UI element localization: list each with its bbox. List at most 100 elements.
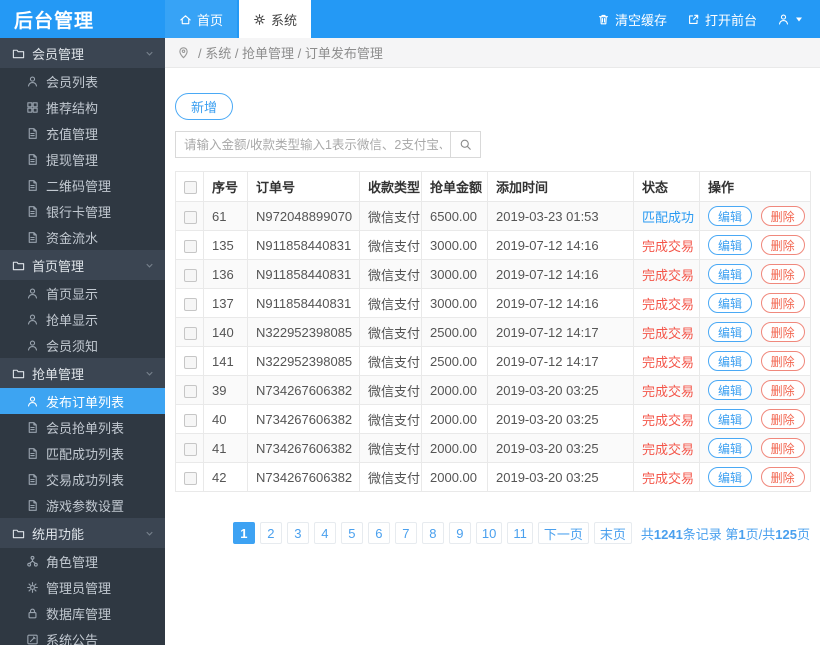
- page-button-1[interactable]: 1: [232, 522, 255, 544]
- edit-button[interactable]: 编辑: [708, 438, 753, 458]
- sidebar-item[interactable]: 匹配成功列表: [0, 440, 165, 466]
- select-all-checkbox[interactable]: [184, 181, 197, 195]
- page-button-10[interactable]: 10: [475, 522, 503, 544]
- row-checkbox[interactable]: [184, 210, 197, 224]
- delete-button[interactable]: 删除: [760, 351, 805, 371]
- sidebar-item-label: 首页显示: [46, 286, 99, 302]
- page-button-2[interactable]: 2: [259, 522, 282, 544]
- search-row: [175, 131, 810, 158]
- sidebar-item[interactable]: 角色管理: [0, 548, 165, 574]
- delete-button[interactable]: 删除: [760, 206, 805, 226]
- sidebar-item[interactable]: 发布订单列表: [0, 388, 165, 414]
- page-button-6[interactable]: 6: [367, 522, 390, 544]
- status-badge: 完成交易: [642, 267, 695, 283]
- sidebar-item[interactable]: 首页显示: [0, 280, 165, 306]
- cell-added-time: 2019-03-20 03:25: [487, 375, 634, 405]
- page-button-7[interactable]: 7: [394, 522, 417, 544]
- page-button-11[interactable]: 11: [507, 522, 533, 544]
- delete-button[interactable]: 删除: [760, 322, 805, 342]
- gear-icon: [26, 581, 39, 594]
- delete-button[interactable]: 删除: [760, 409, 805, 429]
- row-checkbox[interactable]: [184, 384, 197, 398]
- sidebar-item[interactable]: 系统公告: [0, 626, 165, 645]
- cell-seq: 40: [203, 404, 248, 434]
- table-row: 137 N911858440831 微信支付 3000.00 2019-07-1…: [175, 288, 811, 318]
- delete-button[interactable]: 删除: [760, 293, 805, 313]
- delete-button[interactable]: 删除: [760, 438, 805, 458]
- cell-amount: 3000.00: [421, 259, 488, 289]
- sidebar-item[interactable]: 管理员管理: [0, 574, 165, 600]
- delete-button[interactable]: 删除: [760, 380, 805, 400]
- edit-button[interactable]: 编辑: [708, 351, 753, 371]
- delete-button[interactable]: 删除: [760, 235, 805, 255]
- clear-cache-button[interactable]: 清空缓存: [597, 10, 667, 29]
- page-button-8[interactable]: 8: [421, 522, 444, 544]
- top-header: 后台管理 首页 系统 清空缓存 打开前台: [0, 0, 820, 38]
- row-checkbox[interactable]: [184, 442, 197, 456]
- page-button-3[interactable]: 3: [286, 522, 309, 544]
- delete-button[interactable]: 删除: [760, 467, 805, 487]
- edit-button[interactable]: 编辑: [708, 206, 753, 226]
- open-frontend-button[interactable]: 打开前台: [687, 10, 757, 29]
- sidebar-item[interactable]: 会员列表: [0, 68, 165, 94]
- edit-button[interactable]: 编辑: [708, 467, 753, 487]
- sidebar-item[interactable]: 推荐结构: [0, 94, 165, 120]
- file-icon: [26, 231, 39, 244]
- row-checkbox[interactable]: [184, 413, 197, 427]
- status-badge: 完成交易: [642, 238, 695, 254]
- edit-button[interactable]: 编辑: [708, 264, 753, 284]
- status-badge: 完成交易: [642, 470, 695, 486]
- sidebar-item[interactable]: 资金流水: [0, 224, 165, 250]
- tab-system[interactable]: 系统: [239, 0, 312, 38]
- cell-seq: 135: [203, 230, 248, 260]
- col-amount: 抢单金额: [421, 171, 488, 202]
- row-checkbox[interactable]: [184, 326, 197, 340]
- next-page-button[interactable]: 下一页: [537, 522, 589, 544]
- sidebar-item[interactable]: 交易成功列表: [0, 466, 165, 492]
- sidebar-section-header[interactable]: 会员管理: [0, 38, 165, 68]
- sidebar-item[interactable]: 银行卡管理: [0, 198, 165, 224]
- folder-icon: [12, 367, 25, 380]
- edit-button[interactable]: 编辑: [708, 380, 753, 400]
- row-checkbox[interactable]: [184, 297, 197, 311]
- page-button-4[interactable]: 4: [313, 522, 336, 544]
- sidebar-item-label: 会员须知: [46, 338, 99, 354]
- sidebar-item[interactable]: 提现管理: [0, 146, 165, 172]
- add-button[interactable]: 新增: [175, 93, 234, 120]
- sidebar-item[interactable]: 数据库管理: [0, 600, 165, 626]
- search-input[interactable]: [176, 132, 450, 157]
- edit-button[interactable]: 编辑: [708, 322, 753, 342]
- delete-button[interactable]: 删除: [760, 264, 805, 284]
- folder-icon: [12, 259, 25, 272]
- sidebar-section-header[interactable]: 抢单管理: [0, 358, 165, 388]
- cell-amount: 3000.00: [421, 288, 488, 318]
- sidebar-item[interactable]: 二维码管理: [0, 172, 165, 198]
- row-checkbox[interactable]: [184, 355, 197, 369]
- sidebar-section-header[interactable]: 首页管理: [0, 250, 165, 280]
- edit-button[interactable]: 编辑: [708, 409, 753, 429]
- user-menu[interactable]: [777, 13, 804, 26]
- sidebar-item-label: 角色管理: [46, 554, 99, 570]
- cell-amount: 6500.00: [421, 201, 488, 231]
- sidebar-item[interactable]: 抢单显示: [0, 306, 165, 332]
- file-icon: [26, 473, 39, 486]
- search-button[interactable]: [450, 132, 480, 157]
- sidebar-item[interactable]: 会员须知: [0, 332, 165, 358]
- file-icon: [26, 447, 39, 460]
- sidebar-item[interactable]: 会员抢单列表: [0, 414, 165, 440]
- page-button-5[interactable]: 5: [340, 522, 363, 544]
- table-row: 135 N911858440831 微信支付 3000.00 2019-07-1…: [175, 230, 811, 260]
- row-checkbox[interactable]: [184, 471, 197, 485]
- sidebar-item-label: 匹配成功列表: [46, 446, 125, 462]
- edit-button[interactable]: 编辑: [708, 293, 753, 313]
- sidebar-item[interactable]: 游戏参数设置: [0, 492, 165, 518]
- row-checkbox[interactable]: [184, 268, 197, 282]
- last-page-button[interactable]: 末页: [593, 522, 632, 544]
- page-button-9[interactable]: 9: [448, 522, 471, 544]
- sidebar-item[interactable]: 充值管理: [0, 120, 165, 146]
- row-checkbox[interactable]: [184, 239, 197, 253]
- edit-button[interactable]: 编辑: [708, 235, 753, 255]
- cell-order-no: N734267606382: [247, 462, 360, 492]
- sidebar-section-header[interactable]: 统用功能: [0, 518, 165, 548]
- tab-home[interactable]: 首页: [165, 0, 238, 38]
